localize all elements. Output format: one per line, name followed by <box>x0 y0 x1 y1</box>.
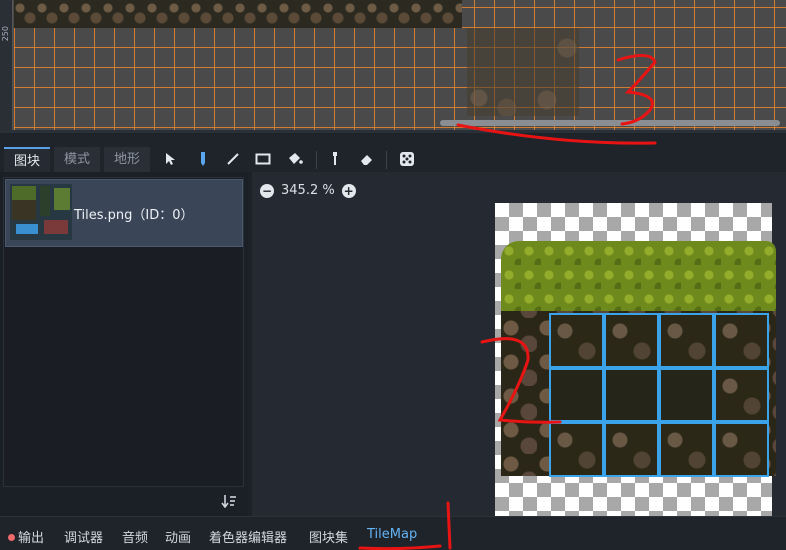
zoom-controls: − 345.2 % + <box>260 183 356 198</box>
error-dot-icon <box>8 534 15 541</box>
sort-icon[interactable] <box>221 494 237 512</box>
atlas-tile-grid[interactable] <box>549 313 769 477</box>
atlas-tile[interactable] <box>714 313 769 368</box>
atlas-tile[interactable] <box>714 367 769 423</box>
atlas-tile[interactable] <box>604 313 659 368</box>
horizontal-scrollbar[interactable] <box>440 120 780 126</box>
tab-terrains[interactable]: 地形 <box>104 147 151 173</box>
tile-atlas-view[interactable]: − 345.2 % + <box>252 172 786 516</box>
tab-patterns[interactable]: 模式 <box>54 147 101 173</box>
atlas-tile[interactable] <box>604 422 659 477</box>
picker-icon[interactable] <box>324 147 346 171</box>
tab-audio[interactable]: 音频 <box>122 527 148 546</box>
zoom-out-icon[interactable]: − <box>260 183 274 198</box>
tileset-list[interactable]: Tiles.png（ID：0） <box>3 177 244 487</box>
tilemap-viewport[interactable]: 250 <box>0 0 786 130</box>
tileset-thumbnail <box>10 184 72 240</box>
atlas-tile[interactable] <box>549 422 604 477</box>
atlas-tile[interactable] <box>714 422 769 477</box>
atlas-tile[interactable] <box>659 367 714 423</box>
tileset-label: Tiles.png（ID：0） <box>74 208 194 223</box>
zoom-in-icon[interactable]: + <box>341 183 356 198</box>
toolbar-separator <box>316 151 317 169</box>
atlas-tile[interactable] <box>604 367 659 423</box>
rect-icon[interactable] <box>252 147 274 171</box>
tab-output-label: 输出 <box>18 531 45 546</box>
tab-output[interactable]: 输出 <box>8 527 44 546</box>
tab-debugger[interactable]: 调试器 <box>64 527 103 546</box>
tile-placement-preview <box>467 28 579 116</box>
eraser-icon[interactable] <box>356 147 378 171</box>
atlas-tile[interactable] <box>549 367 604 423</box>
vertical-ruler: 250 <box>0 0 13 130</box>
atlas-tile[interactable] <box>549 313 604 368</box>
select-icon[interactable] <box>160 147 182 171</box>
ruler-label: 250 <box>1 26 10 42</box>
tilemap-toolbar: 图块 模式 地形 <box>0 130 786 173</box>
random-icon[interactable] <box>396 147 418 171</box>
line-icon[interactable] <box>222 147 244 171</box>
tab-shader-editor[interactable]: 着色器编辑器 <box>209 527 287 546</box>
bucket-icon[interactable] <box>284 147 306 171</box>
tab-tilemap[interactable]: TileMap <box>367 527 417 542</box>
list-item[interactable]: Tiles.png（ID：0） <box>5 179 243 247</box>
zoom-level: 345.2 % <box>281 183 335 198</box>
bottom-panel-tabs: 输出 调试器 音频 动画 着色器编辑器 图块集 TileMap <box>0 516 786 550</box>
toolbar-separator <box>386 151 387 169</box>
atlas-grass-texture <box>501 241 776 311</box>
tab-tileset[interactable]: 图块集 <box>309 527 348 546</box>
paint-icon[interactable] <box>192 147 214 171</box>
tab-animation[interactable]: 动画 <box>165 527 191 546</box>
tileset-panel: Tiles.png（ID：0） <box>0 172 248 516</box>
tab-tiles[interactable]: 图块 <box>4 147 51 173</box>
atlas-tile[interactable] <box>659 422 714 477</box>
atlas-tile[interactable] <box>659 313 714 368</box>
painted-tiles <box>14 0 462 28</box>
